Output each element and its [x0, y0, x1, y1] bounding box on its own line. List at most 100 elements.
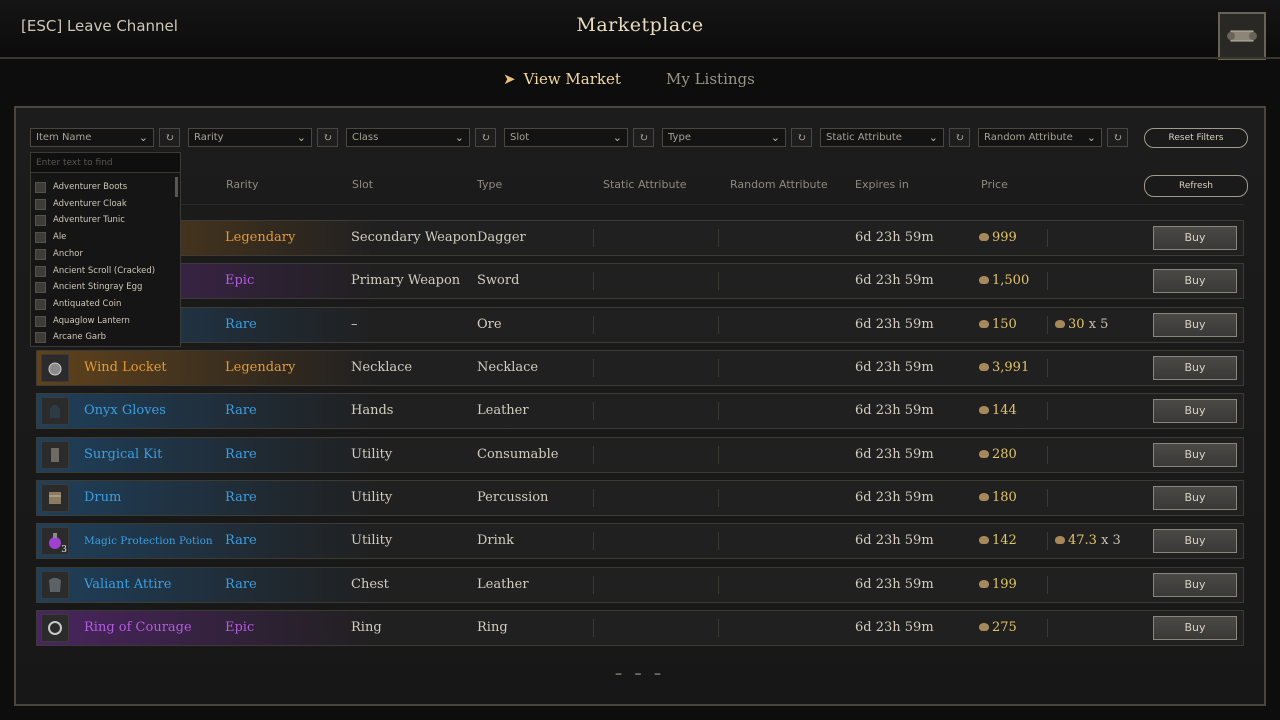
dropdown-item[interactable]: Adventurer Cloak	[35, 196, 175, 212]
class-filter[interactable]: Class ⌄	[346, 128, 470, 147]
type-reset-button[interactable]: ↻	[791, 128, 812, 147]
table-row[interactable]: 3 Magic Protection Potion Rare Utility D…	[36, 523, 1244, 559]
checkbox[interactable]	[35, 299, 46, 310]
dropdown-item[interactable]: Ancient Scroll (Cracked)	[35, 263, 175, 279]
dropdown-item[interactable]: Ale	[35, 229, 175, 245]
tab-my-listings[interactable]: My Listings	[666, 70, 755, 88]
checkbox[interactable]	[35, 282, 46, 293]
column-header-random-attribute[interactable]: Random Attribute	[730, 178, 828, 191]
item-rarity: Legendary	[225, 360, 296, 375]
static-attribute-filter-label: Static Attribute	[826, 132, 902, 143]
checkbox[interactable]	[35, 316, 46, 327]
rarity-reset-button[interactable]: ↻	[317, 128, 338, 147]
item-price-value: 180	[992, 490, 1017, 505]
slot-reset-button[interactable]: ↻	[633, 128, 654, 147]
column-header-price[interactable]: Price	[981, 178, 1008, 191]
refresh-button[interactable]: Refresh	[1144, 175, 1248, 197]
tab-view-market[interactable]: ➤ View Market	[503, 70, 621, 88]
gold-coin-icon	[1055, 320, 1065, 328]
chevron-down-icon: ⌄	[454, 131, 464, 144]
pointer-icon: ➤	[503, 70, 516, 88]
slot-filter[interactable]: Slot ⌄	[504, 128, 628, 147]
header-divider	[0, 57, 1280, 59]
column-separator	[718, 576, 719, 594]
item-price-value: 199	[992, 577, 1017, 592]
item-slot: Utility	[351, 533, 393, 548]
header-divider-line	[36, 204, 1244, 205]
buy-button[interactable]: Buy	[1153, 573, 1237, 597]
checkbox[interactable]	[35, 182, 46, 193]
column-separator	[1047, 359, 1048, 377]
class-filter-label: Class	[352, 132, 379, 143]
column-separator	[593, 402, 594, 420]
dropdown-item-label: Adventurer Tunic	[53, 215, 125, 225]
dropdown-item[interactable]: Adventurer Boots	[35, 179, 175, 195]
table-row[interactable]: Onyx Gloves Rare Hands Leather 6d 23h 59…	[36, 393, 1244, 429]
table-row[interactable]: Legendary Secondary Weapon Dagger 6d 23h…	[36, 220, 1244, 256]
buy-button[interactable]: Buy	[1153, 313, 1237, 337]
buy-button[interactable]: Buy	[1153, 226, 1237, 250]
column-header-slot[interactable]: Slot	[352, 178, 373, 191]
item-name: Drum	[84, 490, 122, 505]
dropdown-scrollbar[interactable]	[175, 177, 178, 197]
dropdown-item[interactable]: Aquaglow Lantern	[35, 313, 175, 329]
rarity-filter[interactable]: Rarity ⌄	[188, 128, 312, 147]
static-attribute-reset-button[interactable]: ↻	[949, 128, 970, 147]
stack-count: 3	[61, 545, 67, 555]
table-row[interactable]: Rare – Ore 6d 23h 59m 150 30 x 5 Buy	[36, 307, 1244, 343]
checkbox[interactable]	[35, 199, 46, 210]
checkbox[interactable]	[35, 249, 46, 260]
static-attribute-filter[interactable]: Static Attribute ⌄	[820, 128, 944, 147]
table-row[interactable]: Valiant Attire Rare Chest Leather 6d 23h…	[36, 567, 1244, 603]
column-separator	[593, 489, 594, 507]
table-row[interactable]: Ring of Courage Epic Ring Ring 6d 23h 59…	[36, 610, 1244, 646]
item-name-reset-button[interactable]: ↻	[159, 128, 180, 147]
class-reset-button[interactable]: ↻	[475, 128, 496, 147]
item-search-input[interactable]: Enter text to find	[31, 153, 180, 173]
buy-button[interactable]: Buy	[1153, 356, 1237, 380]
item-quantity: x 3	[1101, 533, 1121, 548]
dropdown-item-label: Anchor	[53, 249, 83, 259]
scroll-icon	[1227, 30, 1257, 42]
random-attribute-reset-button[interactable]: ↻	[1107, 128, 1128, 147]
item-unit-price-value: 47.3	[1068, 533, 1097, 548]
buy-button[interactable]: Buy	[1153, 486, 1237, 510]
checkbox[interactable]	[35, 332, 46, 343]
item-type: Consumable	[477, 447, 559, 462]
reset-filters-button[interactable]: Reset Filters	[1144, 128, 1248, 148]
random-attribute-filter[interactable]: Random Attribute ⌄	[978, 128, 1102, 147]
page-title: Marketplace	[576, 14, 704, 36]
column-separator	[718, 402, 719, 420]
buy-button[interactable]: Buy	[1153, 443, 1237, 467]
scroll-map-button[interactable]	[1218, 12, 1266, 60]
column-header-static-attribute[interactable]: Static Attribute	[603, 178, 687, 191]
column-header-expires[interactable]: Expires in	[855, 178, 909, 191]
table-row[interactable]: Epic Primary Weapon Sword 6d 23h 59m 1,5…	[36, 263, 1244, 299]
buy-button[interactable]: Buy	[1153, 616, 1237, 640]
item-rarity: Epic	[225, 273, 255, 288]
item-price: 142	[979, 533, 1017, 548]
table-row[interactable]: Wind Locket Legendary Necklace Necklace …	[36, 350, 1244, 386]
dropdown-item[interactable]: Adventurer Tunic	[35, 212, 175, 228]
type-filter[interactable]: Type ⌄	[662, 128, 786, 147]
dropdown-item[interactable]: Ancient Stingray Egg	[35, 279, 175, 295]
column-header-type[interactable]: Type	[477, 178, 502, 191]
dropdown-item[interactable]: Arcane Garb	[35, 329, 175, 345]
item-name-filter[interactable]: Item Name ⌄	[30, 128, 154, 147]
dropdown-item[interactable]: Antiquated Coin	[35, 296, 175, 312]
checkbox[interactable]	[35, 232, 46, 243]
checkbox[interactable]	[35, 215, 46, 226]
table-row[interactable]: Drum Rare Utility Percussion 6d 23h 59m …	[36, 480, 1244, 516]
buy-button[interactable]: Buy	[1153, 529, 1237, 553]
gold-coin-icon	[1055, 536, 1065, 544]
pagination[interactable]: – – –	[0, 666, 1280, 682]
checkbox[interactable]	[35, 266, 46, 277]
column-header-rarity[interactable]: Rarity	[226, 178, 259, 191]
dropdown-item[interactable]: Anchor	[35, 246, 175, 262]
ring-icon	[41, 614, 69, 642]
buy-button[interactable]: Buy	[1153, 399, 1237, 423]
buy-button[interactable]: Buy	[1153, 269, 1237, 293]
table-row[interactable]: Surgical Kit Rare Utility Consumable 6d …	[36, 437, 1244, 473]
item-expires: 6d 23h 59m	[855, 273, 934, 288]
gold-coin-icon	[979, 406, 989, 414]
